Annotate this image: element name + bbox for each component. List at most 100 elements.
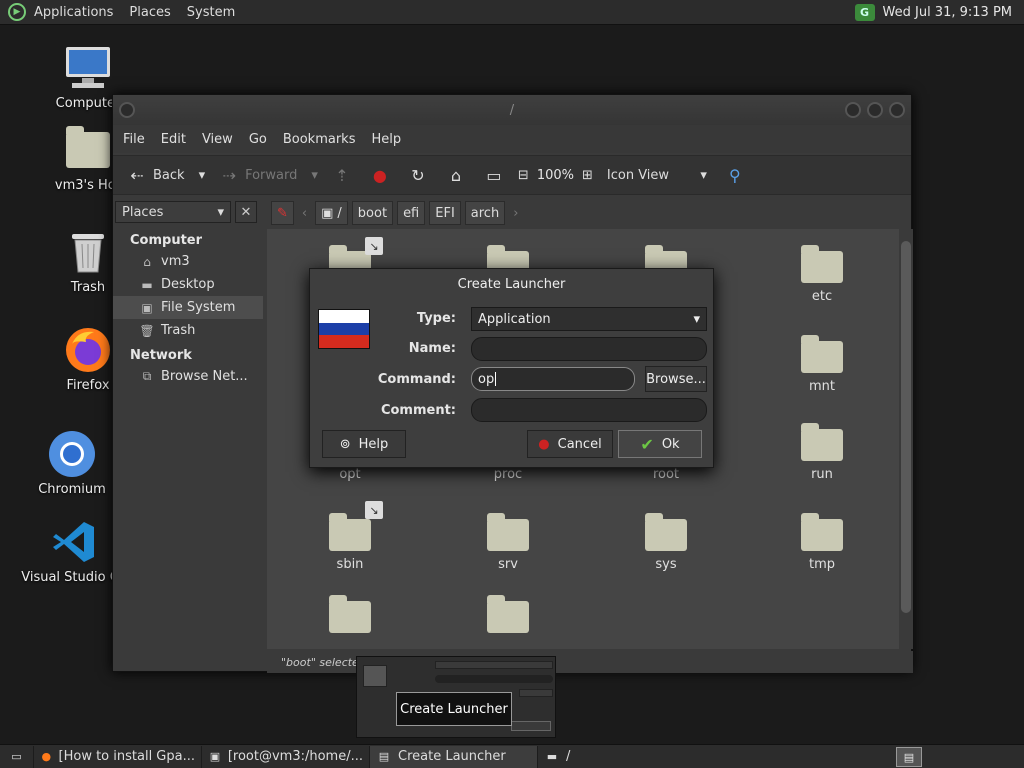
path-crumb-arch[interactable]: arch (464, 201, 506, 225)
command-label: Command: (377, 372, 456, 387)
close-button[interactable] (889, 102, 905, 118)
type-value: Application (478, 311, 551, 327)
folder-item[interactable] (463, 595, 553, 639)
desktop-icon-label: Firefox (66, 378, 110, 393)
sidebar-type-select[interactable]: Places ▾ (115, 201, 231, 223)
zoom-out-button[interactable]: ⊟ (516, 160, 531, 190)
folder-icon (329, 513, 371, 551)
sidebar-item-label: Trash (161, 323, 196, 338)
update-notifier-icon[interactable]: G (854, 4, 875, 21)
taskbar-item-create-launcher[interactable]: ▤ Create Launcher (370, 745, 538, 768)
sidebar-item-label: vm3 (161, 254, 190, 269)
name-field[interactable] (471, 337, 707, 361)
menu-file[interactable]: File (115, 132, 153, 147)
sidebar-item-file-system[interactable]: ▣ File System (113, 296, 263, 319)
search-button[interactable]: ⚲ (719, 160, 751, 190)
workspace-switcher-icon[interactable]: ▤ (896, 747, 922, 767)
cancel-button[interactable]: ● Cancel (527, 430, 613, 458)
network-icon: ⧉ (142, 369, 152, 383)
menu-applications[interactable]: Applications (26, 5, 121, 20)
path-crumb-boot[interactable]: boot (351, 201, 394, 225)
browse-button[interactable]: Browse... (645, 366, 707, 392)
dialog-title[interactable]: Create Launcher (310, 269, 713, 299)
menu-system[interactable]: System (179, 5, 243, 20)
folder-label: run (811, 467, 833, 482)
folder-label: sys (655, 557, 677, 572)
sidebar-item-label: File System (161, 300, 236, 315)
folder-label: etc (811, 289, 833, 304)
up-button[interactable]: ⇡ (326, 160, 358, 190)
taskbar-label: Create Launcher (398, 749, 506, 764)
folder-item-srv[interactable]: srv (463, 513, 553, 572)
sidebar-item-desktop[interactable]: ▬ Desktop (113, 273, 263, 296)
folder-item[interactable] (305, 595, 395, 639)
reload-button[interactable]: ↻ (402, 160, 434, 190)
sidebar-item-browse-network[interactable]: ⧉ Browse Net... (113, 365, 263, 388)
computer-icon: ▭ (486, 165, 502, 185)
menu-view[interactable]: View (194, 132, 241, 147)
view-mode-select[interactable]: Icon View ▾ (601, 160, 713, 190)
vertical-scrollbar[interactable] (899, 229, 913, 649)
pencil-icon: ✎ (277, 205, 288, 221)
maximize-button[interactable] (867, 102, 883, 118)
forward-history-dropdown[interactable]: ▾ (309, 160, 320, 190)
back-history-dropdown[interactable]: ▾ (197, 160, 208, 190)
zoom-level: 100% (536, 167, 574, 183)
thumbnail-ok-button (511, 721, 551, 731)
window-menu-button[interactable] (119, 102, 135, 118)
folder-item-run[interactable]: run (777, 423, 867, 482)
applications-logo-icon[interactable]: ▶ (8, 3, 26, 21)
folder-item-etc[interactable]: etc (777, 245, 867, 304)
path-edit-toggle[interactable]: ✎ (271, 201, 294, 225)
folder-item-sys[interactable]: sys (621, 513, 711, 572)
taskbar-item-file-manager[interactable]: ▬ / (538, 746, 706, 768)
menu-go[interactable]: Go (241, 132, 275, 147)
symlink-badge-icon: ↘ (365, 237, 383, 255)
thumbnail-launcher-icon (363, 665, 387, 687)
vscode-icon (50, 518, 98, 566)
back-button[interactable]: ⇠ Back (121, 160, 191, 190)
ok-button[interactable]: ✔ Ok (618, 430, 702, 458)
forward-button[interactable]: ⇢ Forward (213, 160, 303, 190)
type-select[interactable]: Application ▾ (471, 307, 707, 331)
menu-edit[interactable]: Edit (153, 132, 194, 147)
folder-item-sbin[interactable]: sbin (305, 513, 395, 572)
folder-item-tmp[interactable]: tmp (777, 513, 867, 572)
clock[interactable]: Wed Jul 31, 9:13 PM (883, 5, 1012, 20)
thumbnail-type-field (435, 661, 553, 669)
path-crumb-efi[interactable]: efi (397, 201, 426, 225)
zoom-in-icon: ⊞ (581, 167, 593, 183)
command-value: op (478, 371, 495, 387)
search-icon: ⚲ (729, 165, 741, 185)
path-scroll-right[interactable]: › (509, 206, 522, 221)
toolbar: ⇠ Back ▾ ⇢ Forward ▾ ⇡ ● ↻ ⌂ ▭ ⊟ 100% ⊞ Ic… (113, 155, 911, 195)
minimize-button[interactable] (845, 102, 861, 118)
menu-places[interactable]: Places (121, 5, 178, 20)
taskbar-item-firefox[interactable]: ● [How to install Gpa... (34, 745, 202, 768)
home-button[interactable]: ⌂ (440, 160, 472, 190)
show-desktop-button[interactable]: ▭ (0, 745, 34, 768)
path-scroll-left[interactable]: ‹ (298, 206, 311, 221)
menu-help[interactable]: Help (363, 132, 409, 147)
zoom-in-button[interactable]: ⊞ (580, 160, 595, 190)
folder-label: root (652, 467, 680, 482)
computer-button[interactable]: ▭ (478, 160, 510, 190)
path-crumb-root[interactable]: ▣ / (315, 201, 348, 225)
comment-field[interactable] (471, 398, 707, 422)
scrollbar-thumb[interactable] (901, 241, 911, 613)
desktop-icon-chromium[interactable]: Chromium (17, 430, 127, 497)
cancel-label: Cancel (557, 436, 602, 452)
help-button[interactable]: ⊚ Help (322, 430, 406, 458)
sidebar-close-button[interactable]: ✕ (235, 201, 257, 223)
folder-item-mnt[interactable]: mnt (777, 335, 867, 394)
zoom-out-icon: ⊟ (517, 167, 529, 183)
path-crumb-EFI[interactable]: EFI (429, 201, 461, 225)
menu-bookmarks[interactable]: Bookmarks (275, 132, 364, 147)
sidebar-item-trash[interactable]: 🗑 Trash (113, 319, 263, 342)
command-field[interactable]: op (471, 367, 635, 391)
sidebar-item-vm3[interactable]: ⌂ vm3 (113, 250, 263, 273)
stop-button[interactable]: ● (364, 160, 396, 190)
reload-icon: ↻ (411, 165, 425, 185)
taskbar-item-terminal[interactable]: ▣ [root@vm3:/home/... (202, 745, 370, 768)
window-titlebar[interactable]: / (113, 95, 911, 125)
